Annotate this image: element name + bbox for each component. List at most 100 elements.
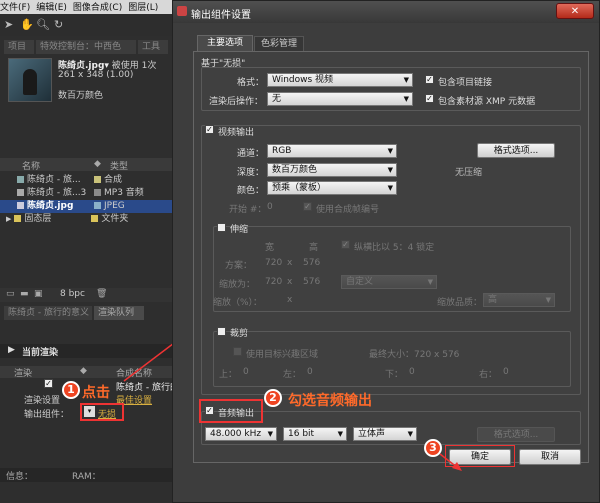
current-render-label: 当前渲染 (22, 348, 59, 358)
render-at-label: 方案： (225, 261, 253, 271)
menu-composition[interactable]: 图像合成(C) (73, 3, 122, 13)
tab-project[interactable]: 项目 (4, 40, 34, 54)
new-comp-icon[interactable]: ▣ (34, 289, 43, 299)
right-label: 右： (479, 370, 498, 380)
project-footer: ▭ ▬ ▣ 8 bpc 🗑︎ (0, 288, 172, 302)
rotate-tool-icon[interactable]: ↻ (54, 18, 63, 31)
stretch-preset-select[interactable]: 自定义 ▼ (341, 275, 437, 289)
include-xmp-checkbox[interactable]: ✓ (425, 94, 434, 103)
bpc-indicator[interactable]: 8 bpc (60, 289, 85, 299)
sample-rate-select[interactable]: 48.000 kHz ▼ (205, 427, 277, 441)
col-type[interactable]: 类型 (110, 159, 128, 172)
chevron-down-icon: ▼ (387, 147, 393, 155)
render-checkbox[interactable]: ✓ (44, 379, 53, 388)
render-at-height: 576 (303, 258, 321, 268)
tab-timeline[interactable]: 陈绮贞 - 旅行的意义 (4, 306, 92, 320)
cancel-button[interactable]: 取消 (519, 449, 581, 465)
final-size-label: 最终大小：720 x 576 (369, 350, 460, 360)
video-output-checkbox[interactable]: ✓ (205, 125, 214, 134)
menu-edit[interactable]: 编辑(E) (36, 3, 67, 13)
stretch-checkbox[interactable] (217, 223, 226, 232)
tag-icon: ◆ (80, 366, 87, 376)
folder-icon (14, 215, 22, 222)
format-select[interactable]: Windows 视频 ▼ (267, 73, 413, 87)
chevron-down-icon: ▼ (403, 95, 409, 103)
thumbnail-image (8, 58, 52, 102)
bottom-value[interactable]: 0 (409, 367, 415, 377)
audio-icon (17, 189, 24, 196)
step-3-arrow (439, 453, 462, 471)
project-list-header: 名称 ◆ 类型 (0, 158, 172, 172)
output-module-label: 输出组件： (24, 410, 70, 420)
hand-tool-icon[interactable]: ✋ (20, 18, 34, 31)
bit-depth-select[interactable]: 16 bit ▼ (283, 427, 347, 441)
image-icon (17, 202, 24, 209)
new-folder-icon[interactable]: ▬ (20, 289, 29, 299)
tab-effect-controls[interactable]: 特效控制台：中西色 (36, 40, 136, 54)
menu-layer[interactable]: 图层(L) (128, 3, 158, 13)
tab-color-management[interactable]: 色彩管理 (254, 36, 304, 51)
audio-format-options-button[interactable]: 格式选项... (477, 427, 555, 442)
delete-icon[interactable]: 🗑︎ (96, 289, 107, 299)
audio-output-label: 音频输出 (218, 409, 255, 419)
chevron-down-icon: ▼ (407, 430, 413, 438)
list-item[interactable]: 陈绮贞 - 旅... 合成 (0, 174, 172, 187)
start-frame-value: 0 (267, 202, 273, 212)
times-sign: x (287, 258, 293, 268)
project-panel: 项目 特效控制台：中西色 工具 陈绮贞.jpg▾ 被使用 1次 261 x 34… (0, 36, 172, 503)
lock-ratio-checkbox[interactable]: ✓ (341, 240, 350, 249)
color-select[interactable]: 预乘（蒙板） ▼ (267, 181, 397, 195)
post-render-select[interactable]: 无 ▼ (267, 92, 413, 106)
format-options-button[interactable]: 格式选项... (477, 143, 555, 158)
list-item[interactable]: 陈绮贞.jpg JPEG (0, 200, 172, 213)
tab-render-queue[interactable]: 渲染队列 (94, 306, 144, 320)
include-project-link-label: 包含项目链接 (438, 78, 493, 88)
stretch-quality-select[interactable]: 高 ▼ (483, 293, 555, 307)
stretch-to-width[interactable]: 720 (265, 277, 282, 287)
depth-select[interactable]: 数百万颜色 ▼ (267, 163, 397, 177)
crop-checkbox[interactable] (217, 327, 226, 336)
comp-icon (17, 176, 24, 183)
close-button[interactable]: ✕ (556, 3, 594, 19)
col-name[interactable]: 名称 (22, 159, 40, 172)
use-roi-checkbox[interactable] (233, 347, 242, 356)
use-comp-frame-checkbox[interactable]: ✓ (303, 202, 312, 211)
audio-channels-select[interactable]: 立体声 ▼ (353, 427, 417, 441)
zoom-tool-icon[interactable]: 🔍︎ (36, 18, 50, 31)
right-value[interactable]: 0 (503, 367, 509, 377)
stretch-label: 伸缩 (230, 225, 249, 235)
audio-output-checkbox[interactable]: ✓ (205, 406, 214, 415)
portrait-figure-icon (23, 69, 37, 95)
left-label: 左： (283, 370, 302, 380)
interpret-footage-icon[interactable]: ▭ (6, 289, 15, 299)
include-xmp-label: 包含素材源 XMP 元数据 (438, 97, 536, 107)
tab-tools[interactable]: 工具 (138, 40, 168, 54)
chevron-down-icon: ▼ (267, 430, 273, 438)
include-project-link-checkbox[interactable]: ✓ (425, 75, 434, 84)
menu-file[interactable]: 文件(F) (0, 3, 30, 13)
format-label: 格式： (237, 78, 265, 88)
render-at-width: 720 (265, 258, 283, 268)
top-value[interactable]: 0 (243, 367, 249, 377)
step-2-text: 勾选音频输出 (288, 393, 372, 409)
list-item[interactable]: 陈绮贞 - 旅...3 MP3 音频 (0, 187, 172, 200)
stretch-to-height[interactable]: 576 (303, 277, 320, 287)
left-value[interactable]: 0 (307, 367, 313, 377)
list-item[interactable]: ▶ 固态层 文件夹 (0, 213, 172, 226)
menubar: 文件(F) 编辑(E) 图像合成(C) 图层(L) (0, 0, 180, 14)
tab-main-options[interactable]: 主要选项 (197, 35, 253, 51)
toolbar: ➤ ✋ 🔍︎ ↻ (0, 14, 180, 36)
collapse-arrow-icon[interactable]: ▶ (8, 345, 15, 355)
video-output-label: 视频输出 (218, 128, 255, 138)
start-frame-label: 开始 #： (229, 205, 267, 215)
times-sign: x (287, 295, 293, 305)
label-tag-icon: ◆ (94, 159, 101, 169)
expand-arrow-icon[interactable]: ▶ (6, 215, 11, 223)
output-module-dropdown-icon[interactable]: ▾ (84, 406, 95, 417)
selection-tool-icon[interactable]: ➤ (4, 18, 13, 31)
dialog-titlebar: 输出组件设置 ✕ (173, 1, 599, 23)
channels-select[interactable]: RGB ▼ (267, 144, 397, 158)
output-module-link[interactable]: 无损 (98, 407, 116, 420)
chevron-down-icon: ▼ (387, 166, 393, 174)
dialog-title: 输出组件设置 (191, 10, 251, 21)
